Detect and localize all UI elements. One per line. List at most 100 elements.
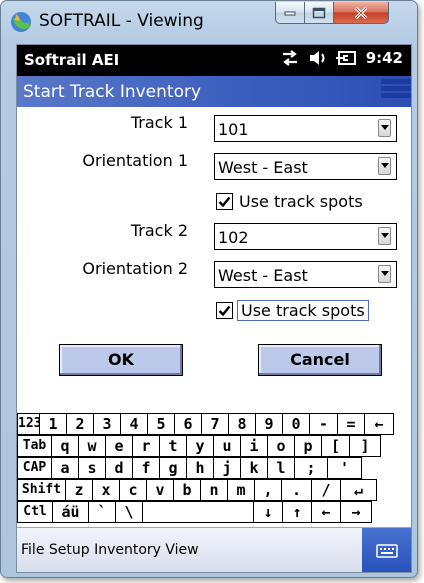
key[interactable]: 1	[39, 413, 67, 435]
key[interactable]: 4	[120, 413, 148, 435]
speaker-icon[interactable]	[308, 49, 328, 67]
key[interactable]: s	[78, 457, 106, 479]
key[interactable]: Ctl	[17, 501, 53, 523]
use-track-spots-1-label[interactable]: Use track spots	[239, 192, 363, 211]
key[interactable]: Shift	[17, 479, 66, 501]
key[interactable]: o	[267, 435, 295, 457]
app-window: SOFTRAIL - Viewing Softrail AEI 9:42 Sta…	[0, 0, 418, 578]
key[interactable]: e	[105, 435, 133, 457]
key[interactable]: `	[88, 501, 116, 523]
checkbox-box[interactable]	[216, 193, 233, 210]
menu-items[interactable]: File Setup Inventory View	[21, 542, 199, 558]
key[interactable]: t	[159, 435, 187, 457]
key[interactable]: b	[173, 479, 201, 501]
key[interactable]: a	[51, 457, 79, 479]
key[interactable]: =	[337, 413, 365, 435]
keyboard-tab-row: Tab q w e r t y u i o p[]	[17, 435, 411, 457]
key[interactable]: 2	[66, 413, 94, 435]
key-space[interactable]	[142, 501, 254, 523]
key[interactable]: ↵	[340, 479, 377, 501]
ok-button[interactable]: OK	[59, 344, 183, 376]
orientation2-select[interactable]: West - East	[214, 261, 397, 288]
key[interactable]: →	[340, 501, 372, 523]
key[interactable]: w	[78, 435, 106, 457]
key[interactable]: n	[200, 479, 228, 501]
key[interactable]: i	[240, 435, 268, 457]
checkbox-box[interactable]	[216, 302, 233, 319]
key[interactable]: CAP	[17, 457, 52, 479]
use-track-spots-1-checkbox[interactable]: Use track spots	[216, 192, 363, 211]
sip-keyboard-button[interactable]	[362, 528, 411, 572]
key[interactable]: g	[159, 457, 187, 479]
battery-plug-icon[interactable]	[335, 49, 358, 67]
use-track-spots-2-checkbox[interactable]: Use track spots	[216, 300, 369, 321]
keyboard-number-row: 123 1 2 3 4 5 6 7 8 9 0- = ←	[17, 413, 411, 435]
key[interactable]: 5	[147, 413, 175, 435]
track1-select[interactable]: 101	[214, 115, 397, 142]
key[interactable]: j	[213, 457, 241, 479]
device-name: Softrail AEI	[24, 51, 120, 69]
key[interactable]: h	[186, 457, 214, 479]
key[interactable]: m	[227, 479, 255, 501]
minimize-icon	[284, 11, 296, 15]
keyboard-shift-row: Shift z x c v b n m,. / ↵	[17, 479, 411, 501]
key[interactable]: 123	[17, 413, 40, 435]
status-bar: Softrail AEI 9:42	[17, 45, 411, 76]
key[interactable]: d	[105, 457, 133, 479]
maximize-icon	[312, 7, 326, 18]
key[interactable]: Tab	[17, 435, 52, 457]
key[interactable]: '	[327, 457, 362, 479]
key[interactable]: l	[267, 457, 295, 479]
key[interactable]: x	[92, 479, 120, 501]
key[interactable]: q	[51, 435, 79, 457]
key[interactable]: k	[240, 457, 268, 479]
key[interactable]: [	[321, 435, 350, 457]
key[interactable]: ←	[364, 413, 394, 435]
keyboard-ctrl-row: Ctl áü ` \ ↓ ↑ ← →	[17, 501, 411, 523]
window-titlebar[interactable]: SOFTRAIL - Viewing	[1, 1, 417, 41]
key[interactable]: v	[146, 479, 174, 501]
key[interactable]: .	[281, 479, 312, 501]
chevron-down-icon[interactable]	[378, 265, 391, 283]
orientation2-label: Orientation 2	[82, 259, 188, 278]
chevron-down-icon[interactable]	[378, 227, 391, 245]
key[interactable]: p	[294, 435, 322, 457]
key[interactable]: 9	[255, 413, 283, 435]
key[interactable]: /	[311, 479, 341, 501]
sync-arrows-icon[interactable]	[280, 49, 300, 67]
form-header: Start Track Inventory	[17, 76, 411, 107]
track2-select[interactable]: 102	[214, 223, 397, 250]
key[interactable]: 3	[93, 413, 121, 435]
key[interactable]: ↓	[253, 501, 283, 523]
key[interactable]: z	[65, 479, 93, 501]
key[interactable]: y	[186, 435, 214, 457]
chevron-down-icon[interactable]	[378, 119, 391, 137]
key[interactable]: ,	[254, 479, 282, 501]
key[interactable]: c	[119, 479, 147, 501]
key[interactable]: 8	[228, 413, 256, 435]
key[interactable]: ↑	[282, 501, 312, 523]
key[interactable]: u	[213, 435, 241, 457]
key[interactable]: r	[132, 435, 160, 457]
key[interactable]: f	[132, 457, 160, 479]
maximize-button[interactable]	[304, 2, 334, 24]
key[interactable]: ←	[311, 501, 341, 523]
key[interactable]: áü	[52, 501, 89, 523]
orientation1-label: Orientation 1	[82, 151, 188, 170]
chevron-down-icon[interactable]	[378, 157, 391, 175]
key[interactable]: ]	[349, 435, 381, 457]
orientation1-select[interactable]: West - East	[214, 153, 397, 180]
key[interactable]: \	[115, 501, 143, 523]
key[interactable]: 7	[201, 413, 229, 435]
key[interactable]: 6	[174, 413, 202, 435]
use-track-spots-2-label[interactable]: Use track spots	[237, 300, 369, 321]
key[interactable]: ;	[294, 457, 328, 479]
cancel-button[interactable]: Cancel	[258, 344, 382, 376]
key[interactable]: -	[309, 413, 338, 435]
menu-bar: File Setup Inventory View	[17, 527, 411, 572]
keyboard-icon	[375, 543, 398, 558]
key[interactable]: 0	[282, 413, 310, 435]
minimize-button[interactable]	[275, 2, 305, 24]
close-button[interactable]	[333, 2, 389, 24]
orientation2-value: West - East	[218, 266, 308, 285]
